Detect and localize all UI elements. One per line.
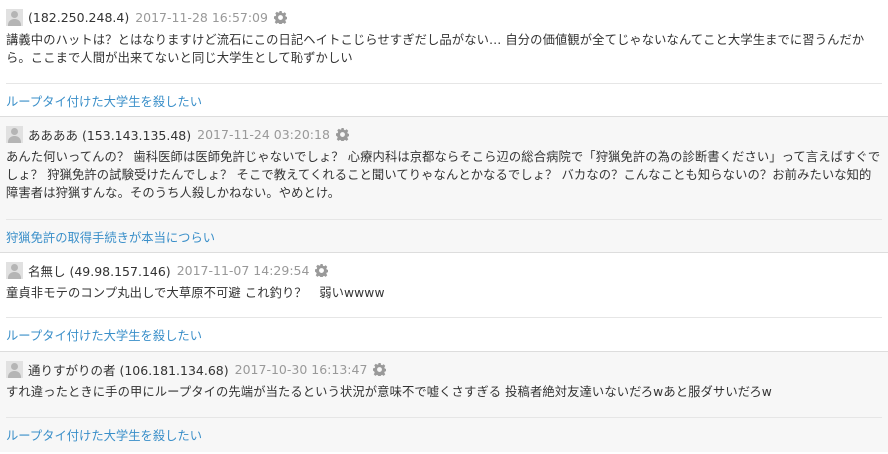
comment: 名無し (49.98.157.146) 2017-11-07 14:29:54 … (0, 253, 888, 351)
user-avatar-icon (6, 8, 23, 26)
comment: 通りすがりの者 (106.181.134.68) 2017-10-30 16:1… (0, 352, 888, 452)
related-entry-link[interactable]: ループタイ付けた大学生を殺したい (0, 84, 888, 120)
comment-body: 童貞非モテのコンプ丸出しで大草原不可避 これ釣り？ 弱いwwww (6, 286, 385, 300)
related-entry-link[interactable]: ループタイ付けた大学生を殺したい (0, 318, 888, 354)
comment-author: ああああ (153.143.135.48) (28, 127, 192, 143)
comment-author: 名無し (49.98.157.146) (28, 263, 171, 279)
related-entry-link[interactable]: 狩猟免許の取得手続きが本当につらい (0, 220, 888, 256)
comment: ああああ (153.143.135.48) 2017-11-24 03:20:1… (0, 117, 888, 252)
related-entry-link[interactable]: ループタイ付けた大学生を殺したい (0, 418, 888, 454)
user-avatar-icon (6, 261, 23, 279)
gear-icon[interactable] (335, 127, 349, 141)
comment-header: 名無し (49.98.157.146) 2017-11-07 14:29:54 (0, 253, 888, 281)
comment-date[interactable]: 2017-11-07 14:29:54 (177, 263, 310, 278)
comment-header: 通りすがりの者 (106.181.134.68) 2017-10-30 16:1… (0, 352, 888, 380)
comment-author: 通りすがりの者 (106.181.134.68) (28, 362, 229, 378)
comment-date[interactable]: 2017-11-28 16:57:09 (135, 10, 268, 25)
user-avatar-icon (6, 360, 23, 378)
comment-date[interactable]: 2017-10-30 16:13:47 (235, 362, 368, 377)
comment-body: すれ違ったときに手の甲にループタイの先端が当たるという状況が意味不で嘘くさすぎる… (6, 385, 772, 399)
comment-body: あんた何いってんの？ 歯科医師は医師免許じゃないでしょ？ 心療内科は京都ならそこ… (6, 150, 881, 200)
gear-icon[interactable] (315, 263, 329, 277)
user-avatar-icon (6, 125, 23, 143)
comment-date[interactable]: 2017-11-24 03:20:18 (197, 127, 330, 142)
comment-header: ああああ (153.143.135.48) 2017-11-24 03:20:1… (0, 117, 888, 145)
comment-list: (182.250.248.4) 2017-11-28 16:57:09 講義中の… (0, 0, 888, 452)
gear-icon[interactable] (273, 10, 287, 24)
gear-icon[interactable] (373, 362, 387, 376)
comment-body: 講義中のハットは？とはなりますけど流石にこの日記ヘイトこじらせすぎだし品がない…… (6, 33, 865, 65)
comment-author: (182.250.248.4) (28, 9, 130, 25)
comment-header: (182.250.248.4) 2017-11-28 16:57:09 (0, 0, 888, 28)
comment: (182.250.248.4) 2017-11-28 16:57:09 講義中の… (0, 0, 888, 116)
